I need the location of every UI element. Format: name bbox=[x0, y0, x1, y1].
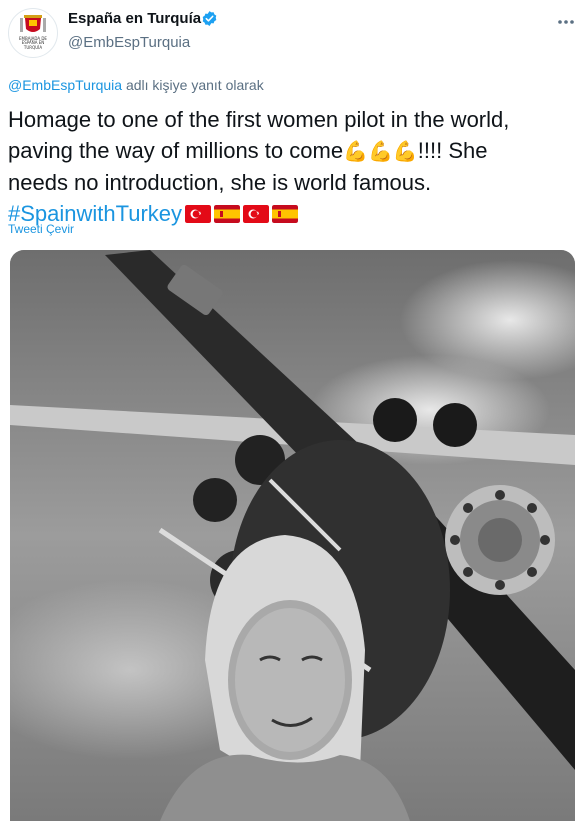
tweet-text: Homage to one of the first women pilot i… bbox=[8, 104, 578, 229]
tweet-line-2-start: paving the way of millions to come bbox=[8, 138, 344, 163]
handle[interactable]: @EmbEspTurquia bbox=[68, 34, 190, 51]
more-icon[interactable] bbox=[556, 12, 576, 32]
avatar-caption: EMBAJADA DE ESPAÑA EN TURQUÍA bbox=[19, 36, 47, 50]
pilot-photo-illustration bbox=[10, 250, 575, 821]
display-name[interactable]: España en Turquía bbox=[68, 10, 201, 27]
translate-tweet-link[interactable]: Tweeti Çevir bbox=[8, 222, 74, 236]
reply-mention-link[interactable]: @EmbEspTurquia bbox=[8, 77, 122, 93]
spain-flag-icon bbox=[272, 205, 299, 223]
turkey-flag-icon bbox=[185, 205, 212, 223]
avatar[interactable]: EMBAJADA DE ESPAÑA EN TURQUÍA bbox=[8, 8, 58, 58]
turkey-flag-icon bbox=[243, 205, 270, 223]
reply-suffix: adlı kişiye yanıt olarak bbox=[122, 77, 264, 93]
tweet-line-3: needs no introduction, she is world famo… bbox=[8, 170, 432, 195]
tweet-line-2-end: !!!! She bbox=[417, 138, 488, 163]
flexed-biceps-emoji: 💪💪💪 bbox=[343, 139, 418, 163]
tweet-line-1: Homage to one of the first women pilot i… bbox=[8, 107, 510, 132]
tweet-card: EMBAJADA DE ESPAÑA EN TURQUÍA España en … bbox=[0, 0, 585, 821]
tweet-header: EMBAJADA DE ESPAÑA EN TURQUÍA España en … bbox=[0, 0, 585, 70]
spain-flag-icon bbox=[214, 205, 241, 223]
tweet-photo[interactable] bbox=[10, 250, 575, 821]
verified-badge-icon bbox=[202, 11, 217, 26]
reply-context: @EmbEspTurquia adlı kişiye yanıt olarak bbox=[8, 77, 264, 93]
